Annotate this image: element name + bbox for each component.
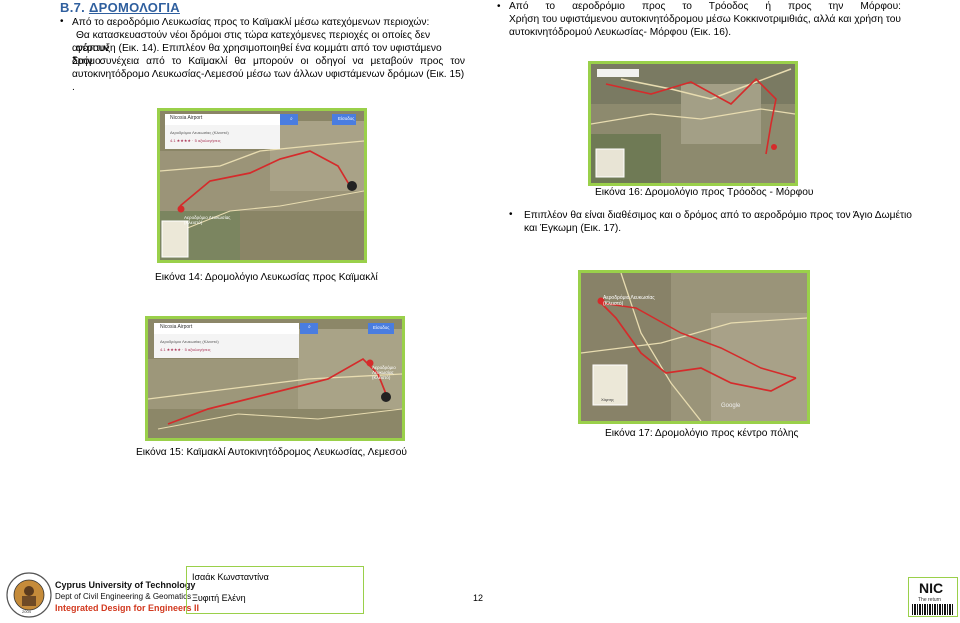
map-thumb-label[interactable]: Χάρτης <box>601 397 614 402</box>
author-2: Ξυφιτή Ελένη <box>192 593 246 603</box>
map-figure-15: Nicosia Airport ⌕ Είσοδος Αεροδρόμιο Λευ… <box>145 316 405 441</box>
google-logo: Google <box>721 403 741 409</box>
bullet3-line1: Επιπλέον θα είναι διαθέσιμος και ο δρόμο… <box>524 210 912 221</box>
map-reviews: 4.1 ★★★★ · 5 αξιολογήσεις <box>160 347 211 352</box>
seal-year: 2004 <box>22 609 31 614</box>
footer-course: Integrated Design for Engineers II <box>55 603 200 613</box>
map-search-icon[interactable]: ⌕ <box>290 116 293 122</box>
bullet2-line2: Χρήση του υφιστάμενου αυτοκινητόδρομου μ… <box>509 14 901 25</box>
map-login-button[interactable]: Είσοδος <box>373 325 389 330</box>
bullet-dot: • <box>60 16 64 27</box>
nic-title: NIC <box>919 580 944 596</box>
caption-figure-16: Εικόνα 16: Δρομολόγιο προς Τρόοδος - Μόρ… <box>595 187 814 198</box>
section-title: B.7. ΔΡΟΜΟΛΟΓΙΑ <box>60 0 180 15</box>
caption-figure-17: Εικόνα 17: Δρομολόγιο προς κέντρο πόλης <box>605 428 799 439</box>
bullet-dot: • <box>509 209 513 220</box>
map-marker-label: Αεροδρόμιο Λευκωσίας (Κλειστό) <box>372 365 396 380</box>
map-search-icon[interactable]: ⌕ <box>308 324 311 330</box>
footer-dept: Dept of Civil Engineering & Geomatics <box>55 592 192 601</box>
section-number: B.7. <box>60 0 86 15</box>
author-1: Ισαάκ Κωνσταντίνα <box>192 572 269 582</box>
map-figure-14: Nicosia Airport Είσοδος ⌕ Αεροδρόμιο Λευ… <box>157 108 367 263</box>
barcode-icon <box>912 604 954 615</box>
map-search-input[interactable]: Nicosia Airport <box>170 115 202 121</box>
bullet1-line5: αυτοκινητόδρομο Λευκωσίας-Λεμεσού μέσω τ… <box>72 69 465 94</box>
map-login-button[interactable]: Είσοδος <box>338 116 354 121</box>
caption-figure-14: Εικόνα 14: Δρομολόγιο Λευκωσίας προς Καϊ… <box>155 272 378 283</box>
map-figure-16 <box>588 61 798 186</box>
map-subresult: Αεροδρόμιο Λευκωσίας (Κλειστό) <box>170 130 229 135</box>
map-marker-label: Αεροδρόμιο Λευκωσίας (Κλειστό) <box>184 215 231 225</box>
bullet1-line4: Στην συνέχεια από το Καϊμακλί θα μπορούν… <box>72 56 465 67</box>
bullet1-line1: Από το αεροδρόμιο Λευκωσίας προς το Καϊμ… <box>72 17 430 28</box>
map-search-input[interactable]: Nicosia Airport <box>160 324 192 330</box>
bullet-dot: • <box>497 1 501 12</box>
bullet3-line2: και Έγκωμη (Εικ. 17). <box>524 223 622 234</box>
map-marker-label: Αεροδρόμιο Λευκωσίας (Κλειστό) <box>603 295 655 307</box>
caption-figure-15: Εικόνα 15: Καϊμακλί Αυτοκινητόδρομος Λευ… <box>136 447 407 458</box>
map-figure-17: Αεροδρόμιο Λευκωσίας (Κλειστό) Χάρτης Go… <box>578 270 810 424</box>
section-heading: ΔΡΟΜΟΛΟΓΙΑ <box>88 0 180 15</box>
bullet2-line1: Από το αεροδρόμιο προς το Τρόοδος ή προς… <box>509 1 901 12</box>
footer-university: Cyprus University of Technology <box>55 580 196 590</box>
map-reviews: 4.1 ★★★★ · 5 αξιολογήσεις <box>170 138 221 143</box>
university-seal-logo: 2004 <box>6 572 52 618</box>
nic-subtitle: The return <box>918 597 942 603</box>
page-number: 12 <box>473 593 484 603</box>
map-subresult: Αεροδρόμιο Λευκωσίας (Κλειστό) <box>160 339 219 344</box>
nic-logo: NIC The return <box>908 577 958 617</box>
bullet2-line3: αυτοκινητόδρομού Λευκωσίας- Μόρφου (Εικ.… <box>509 27 732 38</box>
